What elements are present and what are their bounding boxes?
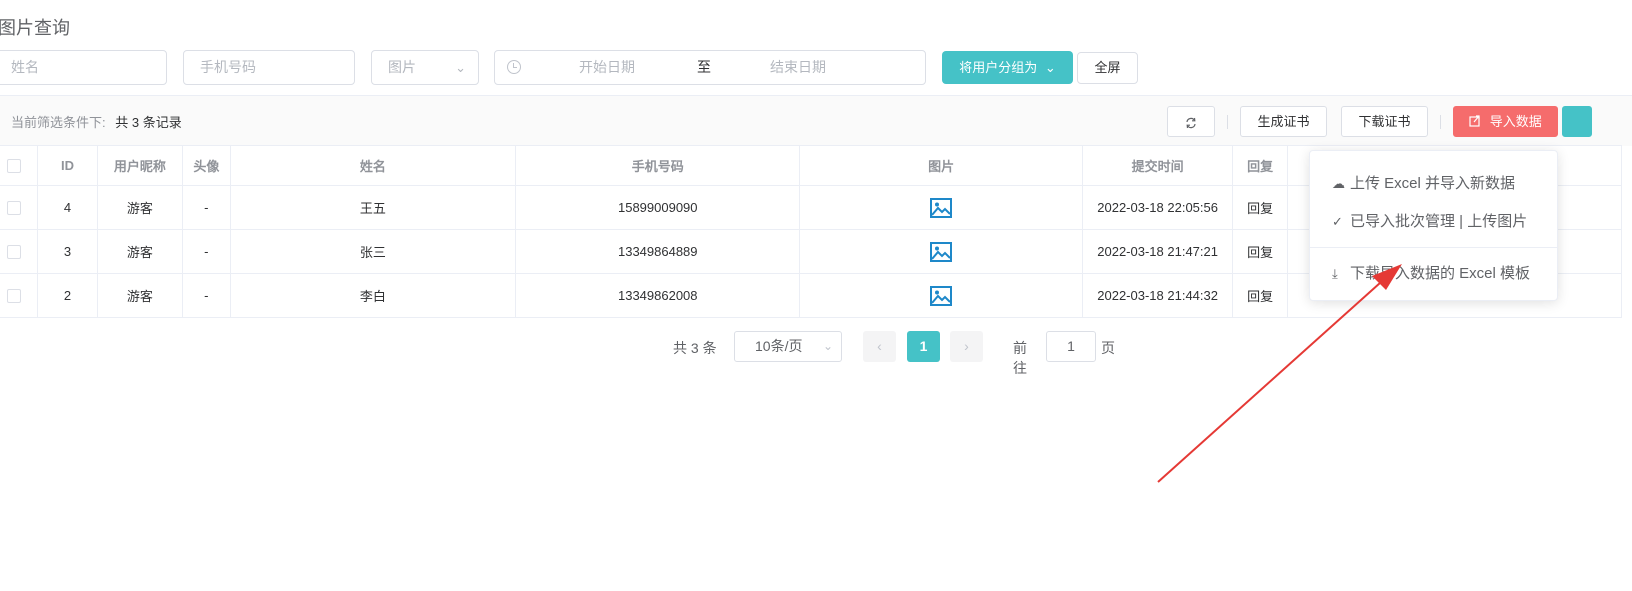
cell-avatar: - [182,273,231,318]
column-header[interactable]: 手机号码 [515,145,801,186]
import-data-label: 导入数据 [1489,114,1542,129]
image-icon[interactable] [930,197,953,218]
image-select-label: 图片 [388,59,416,75]
image-icon[interactable] [930,285,953,306]
date-separator: 至 [697,59,711,75]
reply-link[interactable]: 回复 [1232,185,1288,230]
chevron-right-icon: › [964,338,969,354]
image-select[interactable]: 图片 ⌄ [371,50,479,85]
cell-nickname: 游客 [96,229,184,274]
group-users-button[interactable]: 将用户分组为 ⌄ [942,51,1073,84]
column-header[interactable]: 图片 [799,145,1083,186]
cell-name: 张三 [229,229,517,274]
column-header[interactable]: 用户昵称 [96,145,184,186]
cell-phone: 13349864889 [515,229,801,274]
menu-item-label: 已导入批次管理 | 上传图片 [1350,213,1528,230]
toolbar-divider [1227,115,1228,129]
page-size-select[interactable]: 10条/页 ⌄ [734,331,842,362]
import-icon [1469,115,1480,127]
menu-item-label: 下载导入数据的 Excel 模板 [1350,265,1531,282]
cell-image [799,229,1083,274]
refresh-icon [1186,117,1196,128]
import-data-button[interactable]: 导入数据 [1453,106,1558,137]
group-users-label: 将用户分组为 [959,60,1038,75]
row-checkbox[interactable] [7,245,22,260]
menu-item-batch-manage[interactable]: ✓ 已导入批次管理 | 上传图片 [1332,210,1527,231]
menu-item-label: 上传 Excel 并导入新数据 [1350,175,1516,192]
menu-item-upload-excel[interactable]: ☁ 上传 Excel 并导入新数据 [1332,172,1515,193]
import-dropdown-menu: ☁ 上传 Excel 并导入新数据 ✓ 已导入批次管理 | 上传图片 ⤓ 下载导入数据… [1309,150,1558,301]
goto-suffix: 页 [1101,340,1115,356]
filter-summary: 当前筛选条件下: 共 3 条记录 [11,112,182,131]
cell-time: 2022-03-18 21:47:21 [1081,229,1234,274]
column-header[interactable]: 回复 [1232,145,1288,186]
cell-avatar: - [182,185,231,230]
cell-name: 李白 [229,273,517,318]
phone-input[interactable]: 手机号码 [183,50,355,85]
cell-phone: 15899009090 [515,185,801,230]
filter-label: 当前筛选条件下: [11,115,106,130]
generate-certificate-button[interactable]: 生成证书 [1240,106,1327,137]
cell-id: 3 [37,229,98,274]
record-count: 共 3 条记录 [115,115,182,130]
row-checkbox[interactable] [7,289,22,304]
reply-link[interactable]: 回复 [1232,273,1288,318]
cell-image [799,185,1083,230]
cloud-upload-icon: ☁ [1332,176,1345,191]
page-number-button[interactable]: 1 [907,331,940,362]
goto-page-input[interactable]: 1 [1046,331,1096,362]
chevron-down-icon: ⌄ [1044,60,1056,75]
page-title: 图片查询 [0,18,70,38]
cell-nickname: 游客 [96,273,184,318]
goto-label: 前往 [1013,340,1027,376]
download-icon: ⤓ [1332,266,1338,281]
select-all-cell [0,145,39,186]
chevron-down-icon: ⌄ [822,339,833,353]
cell-id: 4 [37,185,98,230]
cell-image [799,273,1083,318]
cell-name: 王五 [229,185,517,230]
cell-time: 2022-03-18 22:05:56 [1081,185,1234,230]
menu-item-download-template[interactable]: ⤓ 下载导入数据的 Excel 模板 [1332,262,1530,283]
select-all-checkbox[interactable] [7,159,22,174]
more-button[interactable] [1562,106,1592,137]
toolbar-divider [1440,115,1441,129]
date-end-input[interactable]: 结束日期 [770,51,826,84]
chevron-left-icon: ‹ [877,338,882,354]
pagination-total: 共 3 条 [673,340,717,356]
download-certificate-button[interactable]: 下载证书 [1341,106,1428,137]
cell-phone: 13349862008 [515,273,801,318]
cell-id: 2 [37,273,98,318]
clock-icon [507,60,521,74]
row-checkbox[interactable] [7,201,22,216]
date-range-picker[interactable]: 开始日期 至 结束日期 [494,50,926,85]
prev-page-button[interactable]: ‹ [863,331,896,362]
date-start-input[interactable]: 开始日期 [579,51,635,84]
chevron-down-icon: ⌄ [455,60,466,75]
next-page-button[interactable]: › [950,331,983,362]
column-header[interactable]: 头像 [182,145,231,186]
column-header[interactable]: 姓名 [229,145,517,186]
column-header[interactable]: 提交时间 [1081,145,1234,186]
image-icon[interactable] [930,241,953,262]
cell-time: 2022-03-18 21:44:32 [1081,273,1234,318]
name-input[interactable]: 姓名 [0,50,167,85]
cell-avatar: - [182,229,231,274]
menu-divider [1310,247,1557,248]
column-header[interactable]: ID [37,145,98,186]
cell-nickname: 游客 [96,185,184,230]
page-size-label: 10条/页 [755,338,803,354]
check-list-icon: ✓ [1332,214,1343,229]
fullscreen-button[interactable]: 全屏 [1077,52,1138,84]
table-toolbar: 当前筛选条件下: 共 3 条记录 生成证书 下载证书 导入数据 [0,95,1632,146]
refresh-button[interactable] [1167,106,1215,137]
reply-link[interactable]: 回复 [1232,229,1288,274]
